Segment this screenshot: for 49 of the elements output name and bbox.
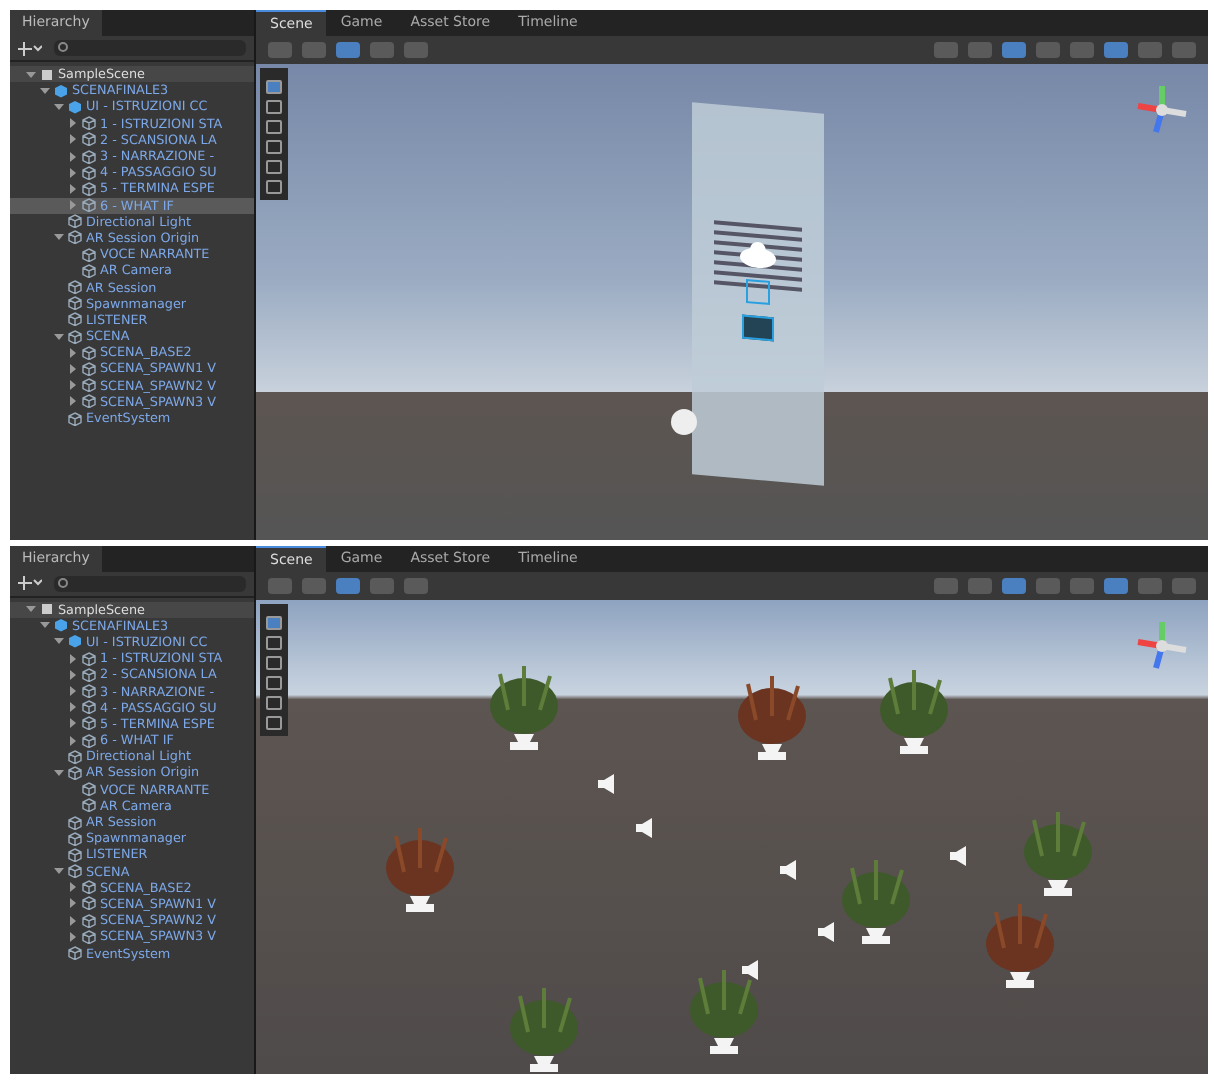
collapsed-arrow-icon[interactable] — [68, 167, 78, 178]
collapsed-arrow-icon[interactable] — [68, 396, 78, 407]
expanded-arrow-icon[interactable] — [54, 232, 64, 243]
expanded-arrow-icon[interactable] — [54, 331, 64, 342]
plant-drawing — [732, 675, 812, 763]
add-icon[interactable] — [18, 576, 42, 590]
speaker-icon — [598, 774, 617, 795]
search-icon — [58, 42, 70, 54]
collapsed-arrow-icon[interactable] — [68, 183, 78, 194]
collapsed-arrow-icon[interactable] — [68, 151, 78, 162]
scene-icon — [40, 602, 54, 617]
collapsed-arrow-icon[interactable] — [68, 686, 78, 697]
add-icon[interactable] — [18, 41, 42, 55]
expanded-arrow-icon[interactable] — [40, 85, 50, 96]
expanded-arrow-icon[interactable] — [26, 69, 36, 80]
cloud-icon — [738, 238, 778, 270]
speaker-icon — [950, 846, 969, 866]
collapsed-arrow-icon[interactable] — [68, 653, 78, 664]
collapsed-arrow-icon[interactable] — [68, 882, 78, 893]
expanded-arrow-icon[interactable] — [54, 767, 64, 778]
search-field[interactable] — [54, 575, 246, 591]
speaker-icon — [741, 960, 760, 980]
expanded-arrow-icon[interactable] — [54, 866, 64, 877]
square-icon — [742, 314, 774, 342]
expanded-arrow-icon[interactable] — [54, 636, 64, 647]
collapsed-arrow-icon[interactable] — [68, 380, 78, 391]
search-icon — [58, 577, 70, 589]
expanded-arrow-icon[interactable] — [54, 101, 64, 112]
sphere-icon — [670, 408, 698, 436]
search-field[interactable] — [54, 40, 246, 56]
collapsed-arrow-icon[interactable] — [68, 718, 78, 729]
square-icon — [746, 278, 770, 306]
collapsed-arrow-icon[interactable] — [68, 669, 78, 680]
collapsed-arrow-icon[interactable] — [68, 702, 78, 713]
expanded-arrow-icon[interactable] — [26, 604, 36, 615]
expanded-arrow-icon[interactable] — [40, 620, 50, 631]
collapsed-arrow-icon[interactable] — [68, 200, 78, 211]
speaker-icon — [817, 922, 836, 942]
collapsed-arrow-icon[interactable] — [68, 915, 78, 926]
collapsed-arrow-icon[interactable] — [68, 931, 78, 942]
collapsed-arrow-icon[interactable] — [68, 134, 78, 145]
speaker-icon — [636, 817, 655, 838]
collapsed-arrow-icon[interactable] — [68, 363, 78, 374]
collapsed-arrow-icon[interactable] — [68, 118, 78, 129]
collapsed-arrow-icon[interactable] — [68, 898, 78, 909]
speaker-icon — [779, 860, 798, 881]
collapsed-arrow-icon[interactable] — [68, 735, 78, 746]
collapsed-arrow-icon[interactable] — [68, 347, 78, 358]
scene-icon — [40, 67, 54, 82]
